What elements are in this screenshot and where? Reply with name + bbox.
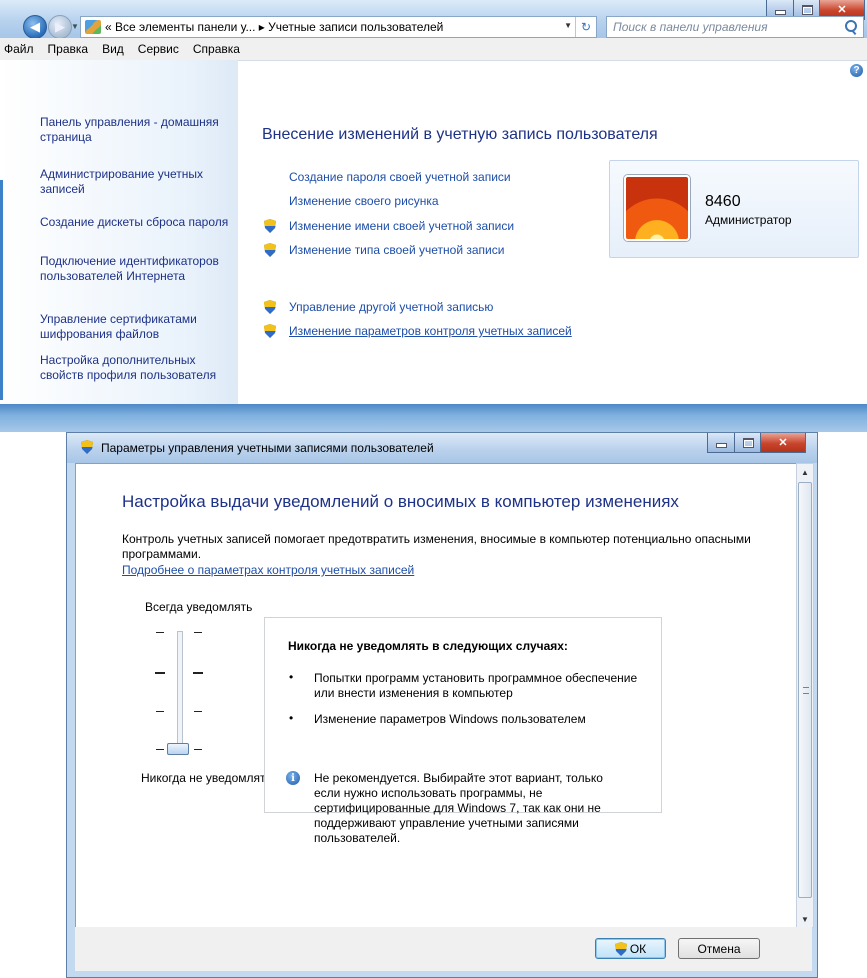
dialog-title-bar: Параметры управления учетными записями п… [67,433,817,463]
breadcrumb[interactable]: « Все элементы панели у... ▸ Учетные зап… [105,20,443,34]
sidebar-item-certificates[interactable]: Управление сертификатами шифрования файл… [40,312,230,342]
level-note: Не рекомендуется. Выбирайте этот вариант… [314,771,603,845]
ok-label: ОК [629,941,647,956]
refresh-icon: ↻ [580,20,592,34]
slider-tick [155,672,165,674]
learn-more-link[interactable]: Подробнее о параметрах контроля учетных … [122,563,414,577]
window-bottom-frame [0,404,867,432]
info-icon: i [286,771,300,785]
ok-button[interactable]: ОК [595,938,666,959]
change-type-link[interactable]: Изменение типа своей учетной записи [289,243,504,257]
uac-shield-icon [264,300,276,314]
minimize-icon [716,443,727,448]
level-bullet: Изменение параметров Windows пользовател… [314,712,586,726]
forward-arrow-icon: ▶ [55,19,65,34]
menu-tools[interactable]: Сервис [131,42,186,56]
menu-file[interactable]: Файл [0,42,41,56]
scrollbar-thumb[interactable] [798,482,812,898]
dialog-footer: ОК Отмена [75,927,812,971]
change-name-link[interactable]: Изменение имени своей учетной записи [289,219,514,233]
sidebar-item-online-ids[interactable]: Подключение идентификаторов пользователе… [40,254,230,284]
bullet-icon: • [289,711,294,725]
maximize-icon [801,4,813,15]
slider-tick [156,632,164,633]
sidebar-item-home[interactable]: Панель управления - домашняя страница [40,115,230,145]
maximize-button[interactable] [734,433,762,453]
sidebar: Панель управления - домашняя страница Ад… [0,60,238,430]
search-icon[interactable] [845,20,857,32]
control-panel-icon [85,20,101,34]
sidebar-item-manage-accounts[interactable]: Администрирование учетных записей [40,167,230,197]
minimize-icon [775,10,786,15]
uac-shield-icon [81,440,93,454]
uac-shield-icon [614,941,627,956]
user-account-panel: 8460 Администратор [609,160,859,258]
slider-tick [194,749,202,750]
refresh-button[interactable]: ↻ [575,17,596,37]
uac-shield-icon [264,219,276,233]
search-box[interactable] [606,16,864,38]
slider-thumb[interactable] [167,743,189,755]
close-button[interactable]: ✕ [760,433,806,453]
uac-settings-link[interactable]: Изменение параметров контроля учетных за… [289,324,572,338]
address-dropdown-icon[interactable]: ▼ [564,21,572,30]
help-icon[interactable]: ? [850,64,863,77]
grip-icon [803,687,809,694]
recent-pages-chevron-icon[interactable]: ▼ [71,22,79,31]
uac-shield-icon [264,324,276,338]
slider-tick [194,632,202,633]
slider-bottom-label: Никогда не уведомлять [141,771,272,785]
notification-slider[interactable] [177,631,183,752]
change-picture-link[interactable]: Изменение своего рисунка [289,194,439,208]
sidebar-item-reset-disk[interactable]: Создание дискеты сброса пароля [40,215,230,230]
user-name: 8460 [705,193,741,210]
slider-top-label: Всегда уведомлять [145,600,253,614]
user-role: Администратор [705,213,792,227]
window-edge [0,180,3,400]
create-password-link[interactable]: Создание пароля своей учетной записи [289,170,511,184]
back-arrow-icon: ◀ [30,19,40,34]
bullet-icon: • [289,670,294,684]
menu-view[interactable]: Вид [95,42,131,56]
scroll-down-arrow-icon[interactable]: ▼ [797,911,813,927]
manage-other-account-link[interactable]: Управление другой учетной записью [289,300,493,314]
close-icon: ✕ [778,437,788,449]
level-bullet: Попытки программ установить программное … [314,671,638,700]
back-button[interactable]: ◀ [23,15,47,39]
uac-settings-dialog: Параметры управления учетными записями п… [66,432,818,978]
search-input[interactable] [607,19,841,35]
page-title: Внесение изменений в учетную запись поль… [262,126,658,143]
avatar[interactable] [624,175,690,241]
sidebar-item-profile[interactable]: Настройка дополнительных свойств профиля… [40,353,230,383]
menu-help[interactable]: Справка [186,42,247,56]
uac-shield-icon [264,243,276,257]
slider-tick [194,711,202,712]
slider-tick [156,711,164,712]
level-title: Никогда не уведомлять в следующих случая… [288,639,568,653]
slider-tick [156,749,164,750]
vertical-scrollbar[interactable]: ▲ ▼ [796,463,814,928]
menu-bar: Файл Правка Вид Сервис Справка [0,38,867,61]
scroll-up-arrow-icon[interactable]: ▲ [797,464,813,480]
dialog-description: Контроль учетных записей помогает предот… [122,532,751,561]
dialog-heading: Настройка выдачи уведомлений о вносимых … [122,492,679,511]
dialog-title: Параметры управления учетными записями п… [101,441,434,455]
address-bar[interactable]: « Все элементы панели у... ▸ Учетные зап… [80,16,597,38]
slider-tick [193,672,203,674]
minimize-button[interactable] [707,433,736,453]
close-icon: ✕ [837,4,847,16]
maximize-icon [742,437,754,448]
dialog-content: Настройка выдачи уведомлений о вносимых … [75,463,797,928]
level-description-box: Никогда не уведомлять в следующих случая… [264,617,662,845]
menu-edit[interactable]: Правка [41,42,96,56]
cancel-button[interactable]: Отмена [678,938,760,959]
control-panel-window: ✕ ◀ ▶ ▼ « Все элементы панели у... ▸ Уче… [0,0,867,432]
forward-button[interactable]: ▶ [48,15,72,39]
title-bar: ✕ ◀ ▶ ▼ « Все элементы панели у... ▸ Уче… [0,0,867,39]
